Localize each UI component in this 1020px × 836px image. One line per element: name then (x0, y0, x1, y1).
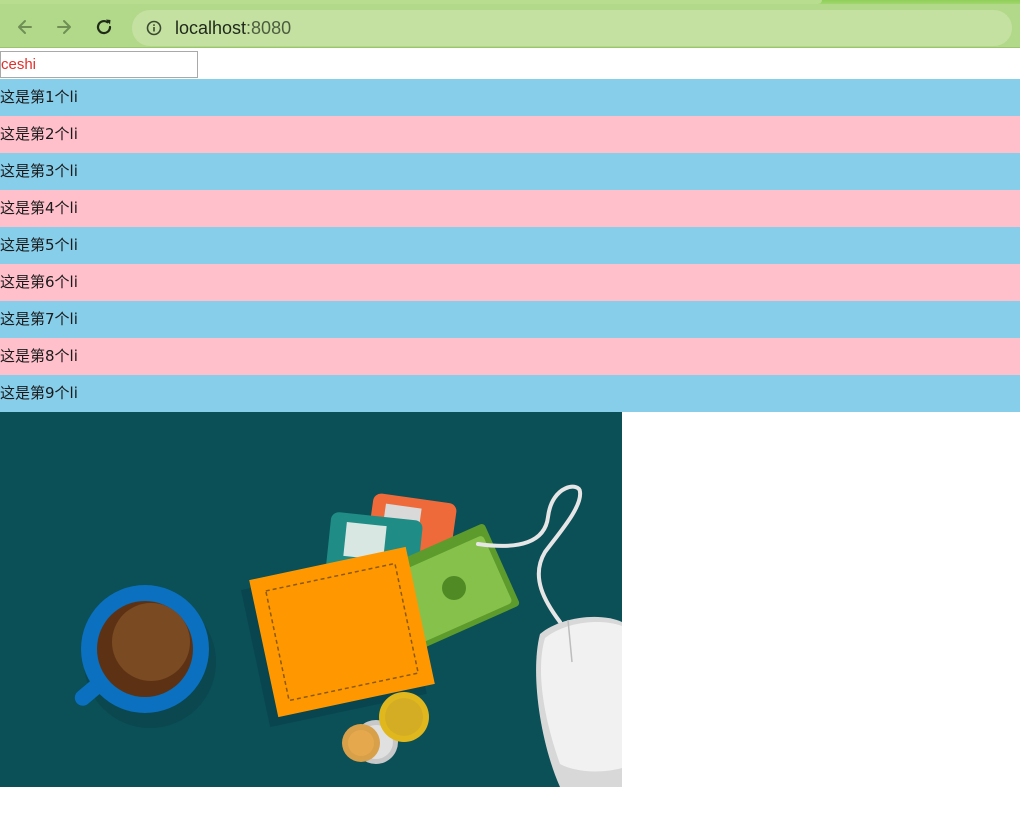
back-button[interactable] (10, 12, 40, 42)
reload-button[interactable] (89, 12, 119, 42)
forward-arrow-icon (57, 20, 71, 34)
url-host: localhost (175, 18, 247, 38)
back-arrow-icon (18, 20, 32, 34)
list-item: 这是第3个li (0, 153, 1020, 190)
list-item: 这是第5个li (0, 227, 1020, 264)
list-item: 这是第4个li (0, 190, 1020, 227)
url-text[interactable]: localhost:8080 (175, 18, 291, 38)
list-item: 这是第2个li (0, 116, 1020, 153)
item-list: 这是第1个li 这是第2个li 这是第3个li 这是第4个li 这是第5个li … (0, 79, 1020, 412)
browser-toolbar: localhost:8080 (0, 4, 1020, 47)
illustration-image (0, 412, 622, 787)
list-item: 这是第8个li (0, 338, 1020, 375)
list-item: 这是第9个li (0, 375, 1020, 412)
url-port: :8080 (246, 18, 292, 38)
reload-icon (96, 19, 112, 35)
list-item: 这是第6个li (0, 264, 1020, 301)
forward-button[interactable] (49, 12, 79, 42)
toolbar-divider (0, 47, 1020, 48)
desk-illustration (0, 412, 622, 787)
list-item: 这是第7个li (0, 301, 1020, 338)
text-input[interactable] (0, 51, 198, 78)
list-item: 这是第1个li (0, 79, 1020, 116)
info-icon[interactable] (146, 20, 162, 36)
address-bar[interactable]: localhost:8080 (132, 10, 1012, 46)
